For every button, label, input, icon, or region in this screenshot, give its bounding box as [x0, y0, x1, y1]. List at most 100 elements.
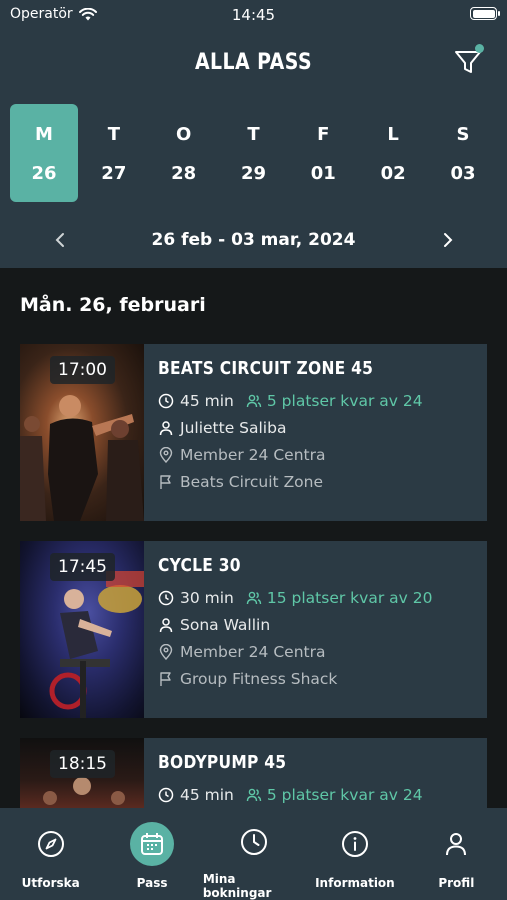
spots-text: 5 platser kvar av 24 [266, 785, 423, 804]
class-time-badge: 17:00 [50, 356, 115, 384]
duration: 30 min [180, 588, 234, 607]
flag-icon [160, 474, 171, 489]
class-photo: 18:15 [20, 738, 144, 808]
spots-text: 5 platser kvar av 24 [266, 391, 423, 410]
users-icon [246, 788, 262, 801]
duration-row: 45 min 5 platser kvar av 24 [158, 387, 487, 414]
compass-icon [37, 831, 64, 857]
day-weekday: T [247, 124, 260, 145]
duration-row: 45 min 5 platser kvar av 24 [158, 781, 487, 808]
class-name: BEATS CIRCUIT ZONE 45 [158, 358, 374, 379]
class-info: CYCLE 30 30 min 15 platser kvar av 20 So… [144, 541, 487, 718]
class-card[interactable]: 17:00 BEATS CIRCUIT ZONE 45 45 min 5 pla… [20, 344, 487, 521]
day-cell[interactable]: O 28 [150, 104, 218, 202]
day-weekday: L [387, 124, 399, 145]
spots-available: 5 platser kvar av 24 [246, 392, 423, 410]
tab-pass[interactable]: Pass [101, 808, 202, 900]
room-row: Beats Circuit Zone [158, 468, 487, 495]
day-cell[interactable]: T 27 [80, 104, 148, 202]
week-day-selector: M 26 T 27 O 28 T 29 F 01 L 02 S 03 [10, 104, 497, 202]
instructor-row: Sona Wallin [158, 611, 487, 638]
tab-icon-wrap [434, 822, 478, 866]
page-title: ALLA PASS [194, 50, 313, 75]
class-time-badge: 18:15 [50, 750, 115, 778]
users-icon [246, 591, 262, 604]
class-info: BODYPUMP 45 45 min 5 platser kvar av 24 [144, 738, 487, 808]
day-cell[interactable]: S 03 [429, 104, 497, 202]
day-date: 28 [171, 163, 197, 184]
tab-label: Information [315, 876, 395, 890]
person-icon [446, 833, 467, 856]
tab-bar: Utforska Pass Mina bokningar Information… [0, 808, 507, 900]
location-pin-icon [159, 446, 173, 463]
clock-icon [158, 393, 174, 408]
section-date-heading: Mån. 26, februari [20, 294, 206, 316]
day-date: 01 [310, 163, 336, 184]
calendar-icon [141, 833, 164, 855]
spots-available: 5 platser kvar av 24 [246, 786, 423, 804]
status-bar: Operatör 14:45 [0, 0, 507, 30]
location: Member 24 Centra [180, 642, 326, 661]
day-weekday: T [107, 124, 120, 145]
person-icon [159, 420, 173, 435]
tab-icon-wrap [232, 822, 276, 862]
location-pin-icon [159, 643, 173, 660]
location-row: Member 24 Centra [158, 638, 487, 665]
class-card[interactable]: 17:45 CYCLE 30 30 min 15 platser kvar av… [20, 541, 487, 718]
tab-label: Mina bokningar [202, 872, 272, 900]
day-date: 29 [240, 163, 267, 184]
tab-information[interactable]: Information [304, 808, 405, 900]
clock-icon [240, 829, 267, 855]
duration: 45 min [180, 785, 234, 804]
tab-icon-wrap [130, 822, 175, 866]
tab-label: Pass [136, 876, 168, 890]
day-date: 03 [450, 163, 476, 184]
instructor-row: Juliette Saliba [158, 414, 487, 441]
class-photo: 17:45 [20, 541, 144, 718]
tab-profil[interactable]: Profil [406, 808, 507, 900]
duration-row: 30 min 15 platser kvar av 20 [158, 584, 487, 611]
flag-icon [160, 671, 171, 686]
class-name: CYCLE 30 [158, 555, 241, 576]
day-date: 26 [31, 163, 57, 184]
tab-mina-bokningar[interactable]: Mina bokningar [203, 808, 304, 900]
class-photo: 17:00 [20, 344, 144, 521]
tab-icon-wrap [333, 822, 377, 866]
day-date: 27 [101, 163, 127, 184]
filter-active-dot [475, 44, 484, 53]
room-row: Group Fitness Shack [158, 665, 487, 692]
room: Group Fitness Shack [180, 669, 338, 688]
class-time-badge: 17:45 [50, 553, 115, 581]
tab-label: Profil [438, 876, 475, 890]
filter-button[interactable] [452, 44, 486, 78]
person-icon [159, 617, 173, 632]
spots-available: 15 platser kvar av 20 [246, 588, 433, 607]
header-panel: Operatör 14:45 ALLA PASS M 26 T 27 O 28 T 29… [0, 0, 507, 268]
class-info: BEATS CIRCUIT ZONE 45 45 min 5 platser k… [144, 344, 487, 521]
instructor: Sona Wallin [180, 615, 271, 634]
duration: 45 min [180, 391, 234, 410]
clock-icon [158, 590, 174, 605]
tab-utforska[interactable]: Utforska [0, 808, 101, 900]
day-weekday: S [456, 124, 470, 145]
spots-text: 15 platser kvar av 20 [266, 588, 433, 607]
day-cell[interactable]: L 02 [359, 104, 427, 202]
day-cell[interactable]: F 01 [289, 104, 357, 202]
tab-icon-wrap [29, 822, 73, 866]
day-weekday: O [176, 124, 192, 145]
clock-icon [158, 787, 174, 802]
day-date: 02 [380, 163, 406, 184]
day-cell[interactable]: T 29 [219, 104, 287, 202]
class-name: BODYPUMP 45 [158, 752, 287, 773]
tab-label: Utforska [21, 876, 80, 890]
clock: 14:45 [231, 6, 276, 24]
next-week-button[interactable] [440, 232, 456, 248]
battery-icon [470, 7, 500, 20]
location-row: Member 24 Centra [158, 441, 487, 468]
class-card[interactable]: 18:15 BODYPUMP 45 45 min 5 platser kvar … [20, 738, 487, 808]
day-weekday: F [317, 124, 330, 145]
info-icon [341, 831, 368, 857]
day-weekday: M [35, 124, 53, 145]
day-cell[interactable]: M 26 [10, 104, 78, 202]
instructor: Juliette Saliba [180, 418, 287, 437]
